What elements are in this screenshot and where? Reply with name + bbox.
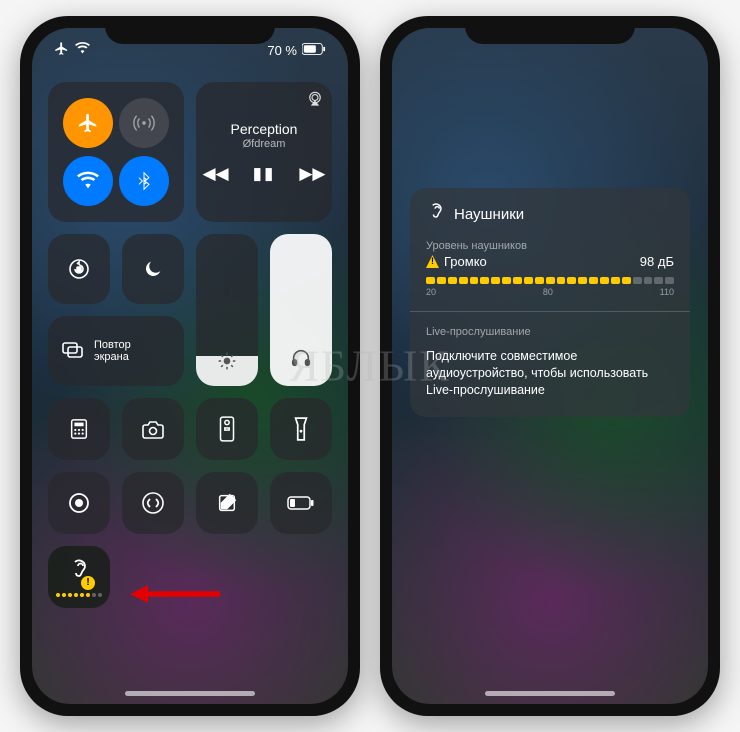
- brightness-slider[interactable]: [196, 234, 258, 386]
- phone-frame-right: Наушники Уровень наушников Громко 98 дБ …: [380, 16, 720, 716]
- do-not-disturb-toggle[interactable]: [122, 234, 184, 304]
- divider: [410, 311, 690, 312]
- notes-button[interactable]: [196, 472, 258, 534]
- screen-record-button[interactable]: [48, 472, 110, 534]
- loud-label: Громко: [444, 254, 487, 269]
- notch: [465, 16, 635, 44]
- home-indicator[interactable]: [485, 691, 615, 696]
- airplane-toggle[interactable]: [63, 98, 113, 148]
- headphones-label: Наушники: [454, 206, 524, 223]
- next-track-button[interactable]: ▶▶: [299, 164, 325, 184]
- wifi-toggle[interactable]: [63, 156, 113, 206]
- db-value: 98 дБ: [640, 254, 674, 269]
- brightness-icon: [217, 351, 237, 376]
- prev-track-button[interactable]: ◀◀: [202, 164, 228, 184]
- volume-slider[interactable]: [270, 234, 332, 386]
- meter-scale: 20 80 110: [426, 287, 674, 297]
- media-title: Perception: [231, 121, 298, 137]
- screen-right: Наушники Уровень наушников Громко 98 дБ …: [392, 28, 708, 704]
- flashlight-button[interactable]: [270, 398, 332, 460]
- screen-mirroring-button[interactable]: Повтор экрана: [48, 316, 184, 386]
- warning-badge: !: [81, 576, 95, 590]
- camera-button[interactable]: [122, 398, 184, 460]
- airplay-icon[interactable]: [306, 90, 324, 113]
- airplane-icon: [54, 41, 69, 59]
- hearing-button[interactable]: !: [48, 546, 110, 608]
- wifi-icon: [75, 41, 90, 59]
- screen-mirror-icon: [60, 338, 84, 365]
- level-label: Уровень наушников: [426, 240, 674, 252]
- warning-icon: [426, 255, 439, 268]
- remote-button[interactable]: [196, 398, 258, 460]
- media-artist: Øfdream: [243, 138, 286, 150]
- hearing-level-dots: [56, 593, 102, 597]
- live-listen-text: Подключите совместимое аудиоустройство, …: [426, 348, 674, 399]
- live-listen-label: Live-прослушивание: [426, 326, 674, 338]
- battery-icon: [302, 43, 326, 58]
- home-indicator[interactable]: [125, 691, 255, 696]
- screen-left: 70 %: [32, 28, 348, 704]
- bluetooth-toggle[interactable]: [119, 156, 169, 206]
- cellular-toggle[interactable]: [119, 98, 169, 148]
- battery-percent: 70 %: [267, 43, 297, 58]
- level-meter: [426, 277, 674, 284]
- hearing-panel: Наушники Уровень наушников Громко 98 дБ …: [410, 188, 690, 417]
- pause-button[interactable]: ▮▮: [253, 164, 276, 184]
- shazam-button[interactable]: [122, 472, 184, 534]
- headphones-icon: [290, 347, 312, 374]
- low-power-button[interactable]: [270, 472, 332, 534]
- phone-frame-left: 70 %: [20, 16, 360, 716]
- rotation-lock-toggle[interactable]: [48, 234, 110, 304]
- screen-mirror-label: Повтор экрана: [94, 339, 131, 363]
- media-controls[interactable]: Perception Øfdream ◀◀ ▮▮ ▶▶: [196, 82, 332, 222]
- notch: [105, 16, 275, 44]
- connectivity-group: [48, 82, 184, 222]
- ear-icon: [426, 202, 446, 226]
- calculator-button[interactable]: [48, 398, 110, 460]
- control-center: Perception Øfdream ◀◀ ▮▮ ▶▶: [32, 72, 348, 608]
